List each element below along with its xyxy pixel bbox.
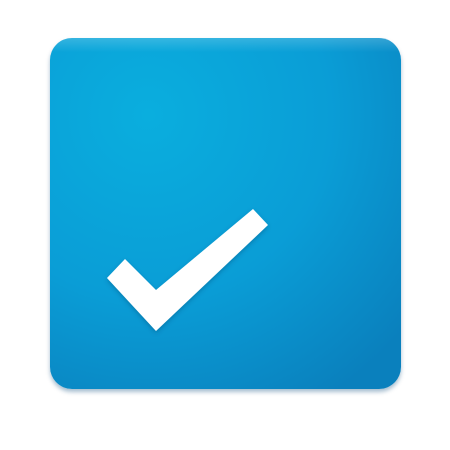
icon-canvas xyxy=(0,0,450,450)
icon-top-sheen xyxy=(50,38,401,52)
checkmark-app-icon[interactable] xyxy=(50,38,401,389)
app-icon-graphic xyxy=(50,38,401,389)
icon-background xyxy=(50,38,401,389)
